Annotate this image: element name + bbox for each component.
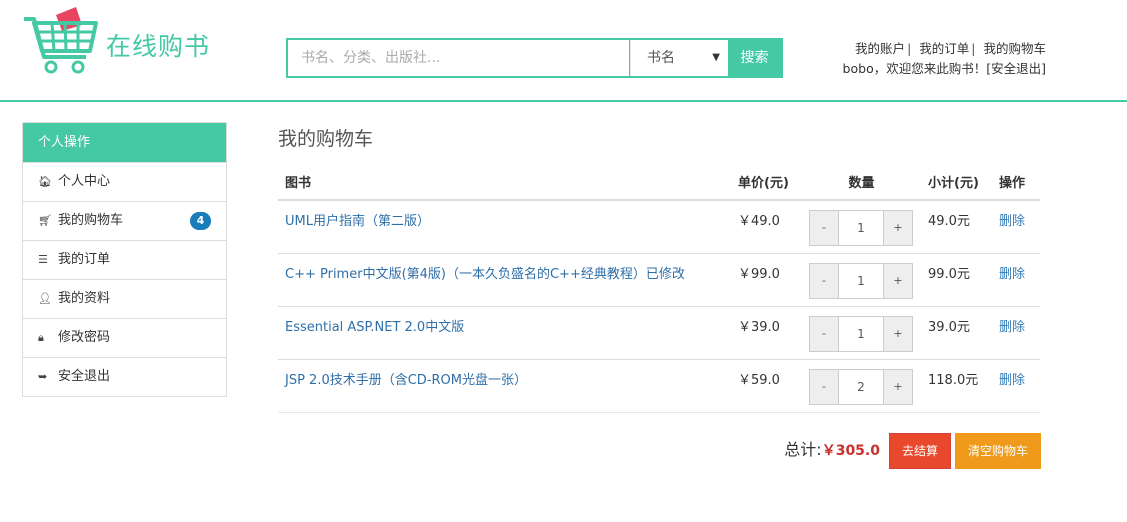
unit-price: ￥39.0 <box>731 306 802 360</box>
cart-icon: 🛒︎ <box>38 214 52 227</box>
home-icon: 🏠︎ <box>38 175 52 188</box>
book-title-link[interactable]: JSP 2.0技术手册（含CD-ROM光盘一张） <box>285 373 527 388</box>
checkout-button[interactable]: 去结算 <box>889 433 951 469</box>
subtotal: 118.0元 <box>921 359 992 413</box>
quantity-input[interactable]: 1 <box>839 210 883 246</box>
quantity-stepper: - 2 + <box>809 368 913 405</box>
total-value: ￥305.0 <box>821 443 880 459</box>
quantity-input[interactable]: 1 <box>839 262 883 299</box>
my-orders-link[interactable]: 我的订单 <box>919 41 969 56</box>
search-bar: 书名 ▼ 搜索 <box>286 38 783 78</box>
table-row: Essential ASP.NET 2.0中文版 ￥39.0 - 1 + 39.… <box>278 306 1040 360</box>
sidebar-item-personal-center[interactable]: 🏠︎ 个人中心 <box>23 162 226 201</box>
subtotal: 39.0元 <box>921 306 992 360</box>
quantity-stepper: - 1 + <box>809 315 913 352</box>
sidebar-item-label: 安全退出 <box>58 369 111 384</box>
book-title-link[interactable]: UML用户指南（第二版） <box>285 214 430 229</box>
quantity-stepper: - 1 + <box>809 262 913 299</box>
cart-count-badge: 4 <box>190 212 211 230</box>
sidebar-item-change-password[interactable]: 🔒︎ 修改密码 <box>23 318 226 357</box>
my-account-link[interactable]: 我的账户 <box>855 41 905 56</box>
decrease-quantity-button[interactable]: - <box>809 210 839 246</box>
clear-cart-button[interactable]: 清空购物车 <box>955 433 1041 469</box>
my-cart-link[interactable]: 我的购物车 <box>983 41 1046 56</box>
increase-quantity-button[interactable]: + <box>883 315 913 352</box>
column-header-book: 图书 <box>278 164 731 201</box>
table-header-row: 图书 单价(元) 数量 小计(元) 操作 <box>278 164 1040 201</box>
logout-link[interactable]: [安全退出] <box>986 61 1046 76</box>
sign-out-icon: ➥ <box>38 370 48 383</box>
book-title-link[interactable]: Essential ASP.NET 2.0中文版 <box>285 320 464 335</box>
list-icon: ☰ <box>38 253 48 266</box>
sidebar-item-label: 修改密码 <box>58 330 111 345</box>
quantity-input[interactable]: 2 <box>839 368 883 405</box>
username: bobo <box>842 61 874 76</box>
unit-price: ￥59.0 <box>731 359 802 413</box>
delete-link[interactable]: 删除 <box>999 214 1025 229</box>
sidebar: 个人操作 🏠︎ 个人中心 🛒︎ 我的购物车 4 ☰ 我的订单 👤︎ 我的资料 🔒︎ 修改密… <box>22 122 227 397</box>
cart-total: 总计:￥305.0 <box>784 436 880 460</box>
sidebar-item-my-cart[interactable]: 🛒︎ 我的购物车 4 <box>23 201 226 240</box>
sidebar-item-my-orders[interactable]: ☰ 我的订单 <box>23 240 226 279</box>
delete-link[interactable]: 删除 <box>999 267 1025 282</box>
user-links: 我的账户 | 我的订单 | 我的购物车 bobo，欢迎您来此购书！[安全退出] <box>843 39 1046 79</box>
site-header: 在线购书 书名 ▼ 搜索 我的账户| 我的订单| 我的购物车 bobo，欢迎您来… <box>0 0 1127 102</box>
table-row: UML用户指南（第二版） ￥49.0 - 1 + 49.0元 删除 <box>278 200 1040 254</box>
decrease-quantity-button[interactable]: - <box>809 315 839 352</box>
sidebar-header: 个人操作 <box>23 123 226 162</box>
quantity-input[interactable]: 1 <box>839 315 883 352</box>
total-label: 总计: <box>784 440 822 459</box>
table-row: C++ Primer中文版(第4版)（一本久负盛名的C++经典教程）已修改 ￥9… <box>278 253 1040 307</box>
increase-quantity-button[interactable]: + <box>883 262 913 299</box>
search-category-select[interactable]: 书名 ▼ <box>630 40 728 76</box>
increase-quantity-button[interactable]: + <box>883 210 913 246</box>
cart-table: 图书 单价(元) 数量 小计(元) 操作 UML用户指南（第二版） ￥49.0 … <box>278 164 1040 413</box>
book-title-link[interactable]: C++ Primer中文版(第4版)（一本久负盛名的C++经典教程）已修改 <box>285 267 685 282</box>
chevron-down-icon: ▼ <box>712 52 720 63</box>
search-input[interactable] <box>288 40 629 76</box>
quantity-stepper: - 1 + <box>809 210 913 246</box>
increase-quantity-button[interactable]: + <box>883 368 913 405</box>
table-row: JSP 2.0技术手册（含CD-ROM光盘一张） ￥59.0 - 2 + 118… <box>278 359 1040 413</box>
column-header-action: 操作 <box>992 164 1040 201</box>
user-icon: 👤︎ <box>38 292 52 305</box>
sidebar-item-label: 个人中心 <box>58 174 111 189</box>
sidebar-item-label: 我的资料 <box>58 291 111 306</box>
column-header-price: 单价(元) <box>731 164 802 201</box>
site-name[interactable]: 在线购书 <box>106 27 210 63</box>
column-header-subtotal: 小计(元) <box>921 164 992 201</box>
sidebar-item-my-profile[interactable]: 👤︎ 我的资料 <box>23 279 226 318</box>
sidebar-item-logout[interactable]: ➥ 安全退出 <box>23 357 226 396</box>
separator: | <box>907 41 912 56</box>
sidebar-item-label: 我的购物车 <box>58 213 124 228</box>
unit-price: ￥99.0 <box>731 253 802 307</box>
unit-price: ￥49.0 <box>731 200 802 254</box>
search-category-value: 书名 <box>647 50 675 66</box>
welcome-text: ，欢迎您来此购书！ <box>873 61 987 76</box>
subtotal: 49.0元 <box>921 200 992 254</box>
decrease-quantity-button[interactable]: - <box>809 262 839 299</box>
column-header-quantity: 数量 <box>802 164 921 201</box>
page-title: 我的购物车 <box>278 128 374 150</box>
decrease-quantity-button[interactable]: - <box>809 368 839 405</box>
subtotal: 99.0元 <box>921 253 992 307</box>
delete-link[interactable]: 删除 <box>999 320 1025 335</box>
separator: | <box>971 41 976 56</box>
search-button[interactable]: 搜索 <box>728 40 781 76</box>
lock-icon: 🔒︎ <box>38 331 44 344</box>
delete-link[interactable]: 删除 <box>999 373 1025 388</box>
sidebar-item-label: 我的订单 <box>58 252 111 267</box>
